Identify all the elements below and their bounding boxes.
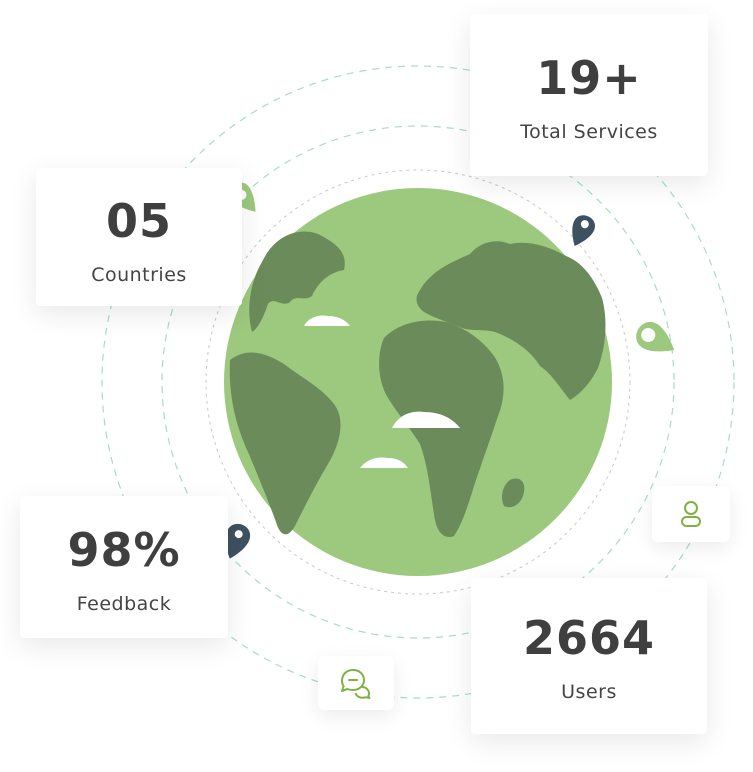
globe xyxy=(224,188,612,576)
stat-card-feedback: 98% Feedback xyxy=(20,496,228,638)
stat-card-users: 2664 Users xyxy=(471,578,707,734)
chat-bubbles-icon xyxy=(341,669,371,699)
map-pin-icon xyxy=(572,215,596,246)
stat-card-countries: 05 Countries xyxy=(36,168,242,306)
stat-label: Feedback xyxy=(76,592,172,615)
stat-value: 19+ xyxy=(536,50,642,105)
stat-label: Total Services xyxy=(520,120,658,143)
stat-label: Users xyxy=(561,680,617,703)
user-icon-badge xyxy=(652,486,730,542)
stat-value: 2664 xyxy=(522,610,656,665)
stat-label: Countries xyxy=(91,263,187,286)
stat-value: 98% xyxy=(67,522,181,577)
stat-value: 05 xyxy=(105,193,172,248)
map-pin-icon xyxy=(636,321,675,352)
stat-card-total-services: 19+ Total Services xyxy=(470,14,708,176)
user-icon xyxy=(681,501,701,527)
chat-icon-badge xyxy=(318,656,394,710)
